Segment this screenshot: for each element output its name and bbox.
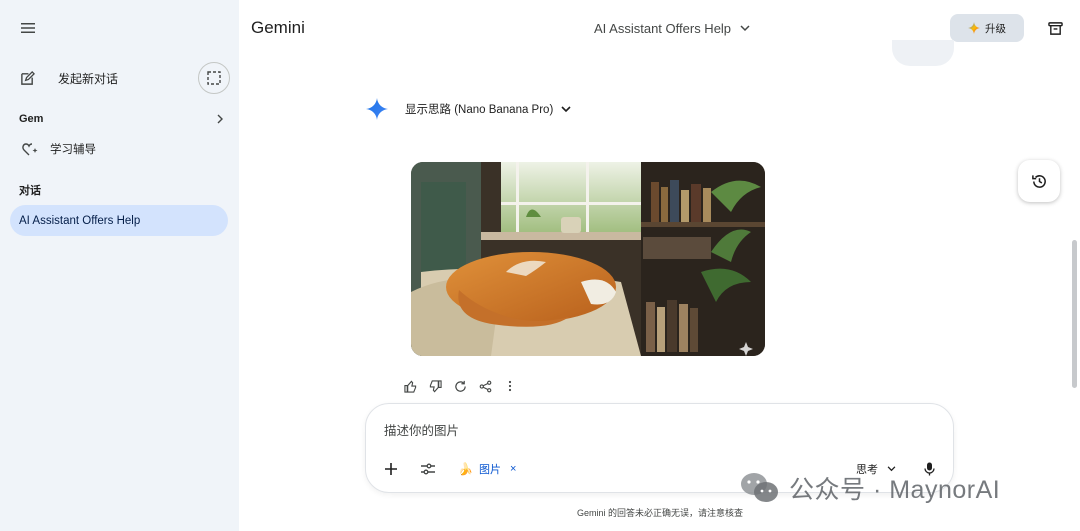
brand-name[interactable]: Gemini [251, 18, 305, 38]
thumbs-up-button[interactable] [403, 379, 417, 393]
scrollbar-thumb[interactable] [1072, 240, 1077, 388]
share-icon [479, 380, 491, 392]
trash-icon [1047, 21, 1063, 35]
heart-sparkle-icon [22, 142, 40, 157]
tune-icon [421, 463, 435, 475]
chevron-right-icon [217, 114, 223, 124]
history-button[interactable] [1018, 160, 1060, 202]
wechat-logo-icon [741, 473, 778, 502]
plus-icon [385, 463, 397, 475]
regenerate-button[interactable] [453, 379, 467, 393]
share-button[interactable] [478, 379, 492, 393]
history-icon [1031, 174, 1046, 188]
watermark: 公众号 · MaynorAI [739, 470, 1000, 506]
image-tool-label: 图片 [478, 464, 501, 476]
gemini-spark-icon [968, 22, 980, 34]
chat-item-label: AI Assistant Offers Help [19, 214, 141, 227]
new-chat-label: 发起新对话 [58, 71, 119, 86]
hamburger-menu-icon [21, 23, 35, 33]
thumbs-up-icon [403, 380, 416, 393]
generated-image[interactable] [411, 162, 765, 356]
disclaimer-text: Gemini 的回答未必正确无误，请注意核查 [576, 508, 743, 518]
chat-item-active[interactable]: AI Assistant Offers Help [10, 205, 228, 236]
chevron-down-icon [561, 105, 571, 113]
new-chat-button[interactable]: 发起新对话 [10, 62, 190, 94]
prompt-input[interactable] [384, 421, 924, 441]
gem-item-label: 学习辅导 [50, 144, 96, 156]
image-tool-chip[interactable]: 🍌 图片 × [458, 460, 516, 478]
gem-section-label: Gem [19, 113, 44, 125]
more-vert-icon [508, 380, 512, 392]
banana-icon: 🍌 [458, 462, 473, 476]
watermark-text: 公众号 · MaynorAI [789, 476, 1001, 504]
chevron-down-icon [740, 24, 750, 32]
temporary-chat-button[interactable] [198, 62, 230, 94]
response-actions [403, 378, 517, 394]
upgrade-label: 升级 [985, 22, 1006, 35]
show-thoughts-label: 显示思路 (Nano Banana Pro) [405, 104, 554, 116]
delete-chat-button[interactable] [1045, 18, 1065, 38]
more-options-button[interactable] [503, 379, 517, 393]
conversation-title: AI Assistant Offers Help [594, 20, 732, 36]
regenerate-icon [454, 380, 466, 392]
sidebar: 发起新对话 Gem 学习辅导 对话 AI Assistant Offers He… [0, 0, 239, 531]
chats-section-label: 对话 [19, 185, 41, 197]
main-menu-button[interactable] [16, 16, 40, 40]
dashed-square-icon [207, 71, 221, 85]
add-attachment-button[interactable] [381, 459, 401, 479]
gemini-response-icon [366, 98, 388, 120]
gem-section-header[interactable]: Gem [19, 110, 224, 128]
previous-user-message-bubble [892, 40, 954, 66]
tools-button[interactable] [418, 459, 438, 479]
conversation-title-dropdown[interactable]: AI Assistant Offers Help [594, 18, 750, 38]
gem-item-study-tutor[interactable]: 学习辅导 [10, 138, 230, 160]
show-thoughts-toggle[interactable]: 显示思路 (Nano Banana Pro) [405, 100, 571, 118]
thumbs-down-button[interactable] [428, 379, 442, 393]
upgrade-button[interactable]: 升级 [950, 14, 1024, 42]
remove-tool-button[interactable]: × [510, 463, 516, 475]
edit-square-icon [20, 70, 40, 86]
thumbs-down-icon [429, 379, 442, 392]
